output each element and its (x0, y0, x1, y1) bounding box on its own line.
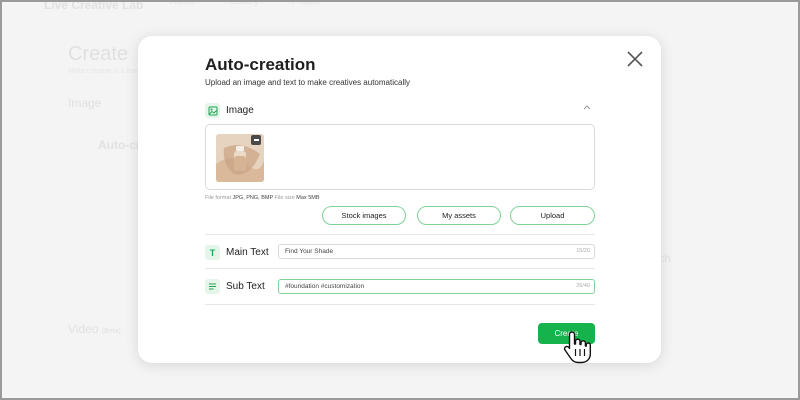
image-upload-area[interactable] (205, 124, 595, 190)
my-assets-button[interactable]: My assets (417, 206, 501, 225)
remove-image-icon[interactable] (251, 135, 261, 145)
main-text-counter: 15/20 (576, 248, 590, 254)
sub-text-input[interactable]: #foundation #customization 26/40 (278, 279, 595, 294)
divider (205, 304, 595, 305)
upload-button[interactable]: Upload (510, 206, 595, 225)
hand-cursor-icon (563, 331, 591, 364)
divider (205, 268, 595, 269)
divider (205, 234, 595, 235)
file-format-label: File format (205, 195, 231, 201)
stock-images-button[interactable]: Stock images (322, 206, 406, 225)
main-text-value: Find Your Shade (285, 248, 334, 255)
file-requirements: File format JPG, PNG, BMP File size Max … (205, 195, 320, 201)
image-icon (205, 103, 220, 118)
sub-text-counter: 26/40 (576, 283, 590, 289)
file-size-value: Max 5MB (296, 195, 320, 201)
sub-text-label: Sub Text (226, 281, 265, 292)
image-section-label: Image (226, 105, 254, 116)
chevron-up-icon[interactable] (583, 104, 591, 110)
auto-creation-modal: Auto-creation Upload an image and text t… (138, 36, 661, 363)
file-format-value: JPG, PNG, BMP (232, 195, 274, 201)
list-icon (205, 279, 220, 294)
close-icon[interactable] (625, 49, 645, 69)
modal-description: Upload an image and text to make creativ… (205, 78, 410, 87)
main-text-input[interactable]: Find Your Shade 15/20 (278, 244, 595, 259)
main-text-label: Main Text (226, 247, 269, 258)
uploaded-image-thumbnail (216, 134, 264, 182)
modal-title: Auto-creation (205, 55, 316, 74)
sub-text-value: #foundation #customization (285, 283, 365, 290)
text-icon: T (205, 245, 220, 260)
file-size-label: File size (274, 195, 295, 201)
